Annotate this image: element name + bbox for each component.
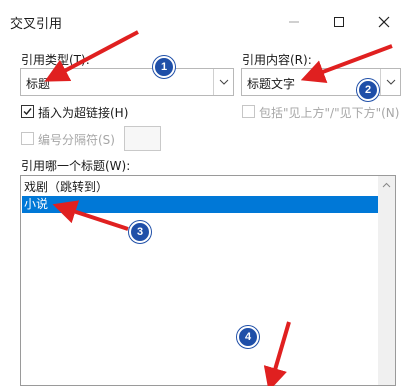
dialog-title: 交叉引用 (10, 17, 63, 32)
include-above-below-checkbox[interactable] (242, 105, 255, 118)
heading-listbox[interactable]: 戏剧（跳转到） 小说 (20, 175, 396, 386)
checkmark-icon (23, 108, 32, 116)
reference-type-dropdown[interactable]: 标题 (20, 68, 234, 96)
list-item-selected[interactable]: 小说 (22, 196, 380, 213)
title-bar: 交叉引用 (0, 0, 401, 44)
step-badge-4: 4 (237, 326, 259, 348)
step-badge-2: 2 (357, 79, 379, 101)
chevron-down-icon[interactable] (213, 69, 233, 95)
include-above-below-label: 包括"见上方"/"见下方"(N) (259, 106, 400, 120)
insert-hyperlink-label: 插入为超链接(H) (38, 106, 129, 120)
reference-content-label: 引用内容(R): (242, 53, 312, 67)
maximize-icon[interactable] (324, 8, 354, 36)
chevron-up-icon[interactable] (378, 176, 395, 193)
number-separator-input[interactable] (124, 126, 161, 151)
reference-content-value: 标题文字 (247, 77, 296, 91)
which-heading-label: 引用哪一个标题(W): (21, 159, 131, 173)
number-separator-label: 编号分隔符(S) (38, 133, 115, 147)
chevron-down-icon[interactable] (380, 69, 400, 95)
step-badge-1: 1 (153, 56, 175, 78)
vertical-scrollbar[interactable] (378, 176, 395, 385)
reference-type-value: 标题 (26, 77, 51, 91)
reference-type-label: 引用类型(T): (21, 53, 90, 67)
close-icon[interactable] (369, 8, 399, 36)
number-separator-checkbox[interactable] (21, 132, 34, 145)
step-badge-3: 3 (129, 221, 151, 243)
list-item[interactable]: 戏剧（跳转到） (22, 179, 108, 196)
minimize-icon[interactable] (279, 8, 309, 36)
insert-hyperlink-checkbox[interactable] (21, 105, 34, 118)
